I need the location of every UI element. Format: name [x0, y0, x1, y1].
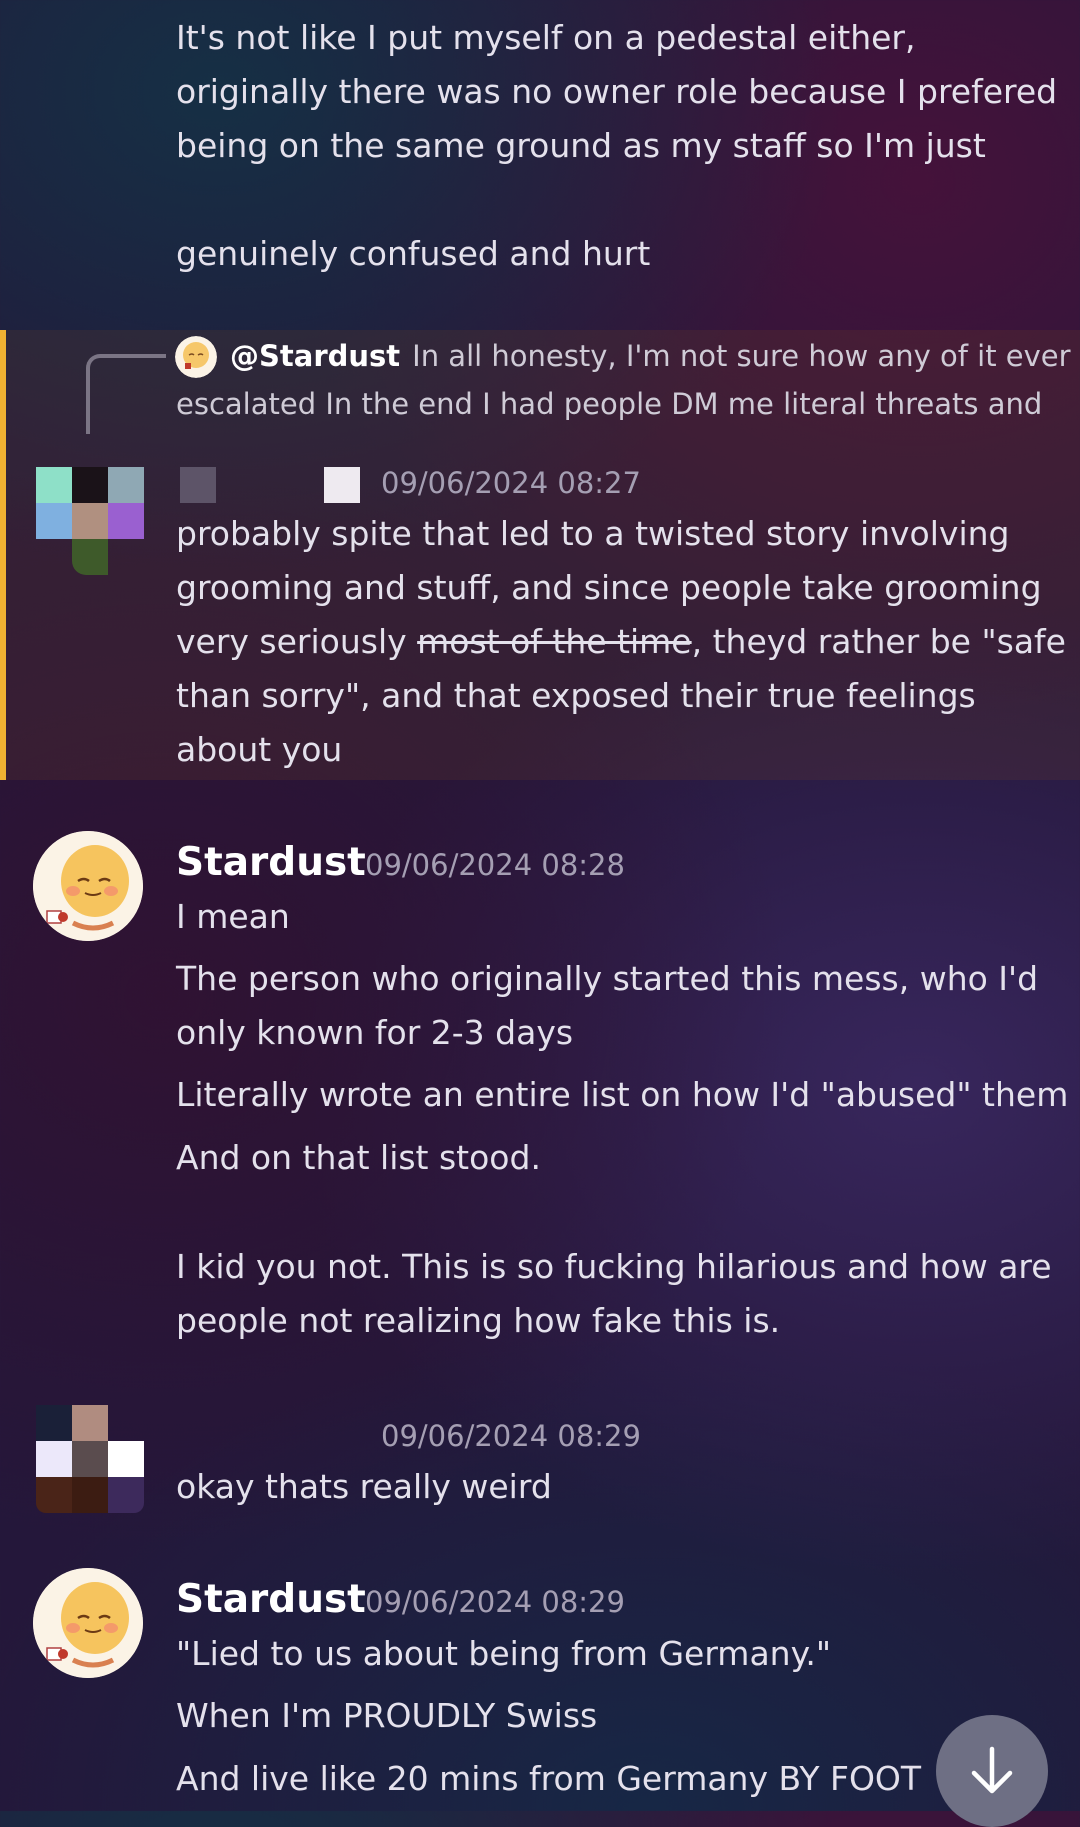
message-line: And live like 20 mins from Germany BY FO… [176, 1759, 922, 1798]
message-line: only known for 2-3 days [176, 1013, 574, 1052]
message-timestamp: 09/06/2024 08:27 [381, 466, 641, 500]
jump-to-present-button[interactable] [936, 1715, 1048, 1827]
message-line: When I'm PROUDLY Swiss [176, 1696, 598, 1735]
message-line: very seriously most of the time, theyd r… [176, 622, 1066, 661]
reply-mention[interactable]: @Stardust [230, 339, 400, 373]
message-line: okay thats really weird [176, 1467, 552, 1506]
message-line: being on the same ground as my staff so … [176, 126, 986, 165]
reply-preview[interactable]: @Stardust In all honesty, I'm not sure ho… [230, 334, 1071, 378]
message-line: I mean [176, 897, 290, 936]
message-timestamp: 09/06/2024 08:29 [381, 1419, 641, 1453]
message-timestamp: 09/06/2024 08:29 [365, 1585, 625, 1619]
message-line: And on that list stood. [176, 1138, 541, 1177]
message-line: It's not like I put myself on a pedestal… [176, 18, 916, 57]
stardust-avatar[interactable] [33, 1568, 143, 1678]
censored-name-block [180, 467, 216, 503]
stardust-avatar[interactable] [33, 831, 143, 941]
message-line: about you [176, 730, 343, 769]
message-line: people not realizing how fake this is. [176, 1301, 781, 1340]
message-line: "Lied to us about being from Germany." [176, 1634, 832, 1673]
message-timestamp: 09/06/2024 08:28 [365, 848, 625, 882]
author-name[interactable]: Stardust [176, 838, 366, 888]
message-line: I kid you not. This is so fucking hilari… [176, 1247, 1052, 1286]
message-line: Literally wrote an entire list on how I'… [176, 1075, 1069, 1114]
censored-avatar[interactable] [36, 1405, 144, 1513]
strikethrough-text: most of the time [417, 622, 692, 661]
reply-connector [86, 354, 166, 434]
censored-name-block [324, 467, 360, 503]
message-line: than sorry", and that exposed their true… [176, 676, 976, 715]
mention-highlight-bar [0, 330, 6, 780]
arrow-down-icon [971, 1746, 1013, 1794]
censored-avatar[interactable] [36, 467, 144, 575]
message-line: originally there was no owner role becau… [176, 72, 1058, 111]
message-line: The person who originally started this m… [176, 959, 1039, 998]
reply-preview-text: In all honesty, I'm not sure how any of … [412, 339, 1071, 373]
reply-avatar[interactable] [175, 336, 217, 378]
message-line: genuinely confused and hurt [176, 234, 651, 273]
reply-preview-continued[interactable]: escalated In the end I had people DM me … [176, 382, 1042, 426]
message-line: grooming and stuff, and since people tak… [176, 568, 1042, 607]
author-name[interactable]: Stardust [176, 1575, 366, 1625]
message-line: probably spite that led to a twisted sto… [176, 514, 1010, 553]
